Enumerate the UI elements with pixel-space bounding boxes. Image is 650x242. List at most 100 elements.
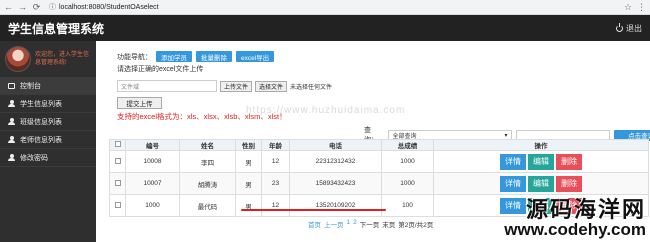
pagination: 首页 上一页 1 2 下一页 末页 第2页/共2页 xyxy=(308,219,433,229)
chevron-down-icon: ▾ xyxy=(504,132,508,139)
user-icon xyxy=(8,154,15,161)
row-select-cell xyxy=(109,150,126,173)
app-title: 学生信息管理系统 xyxy=(8,21,105,36)
detail-button[interactable]: 详情 xyxy=(500,175,526,192)
sidebar-item-dashboard[interactable]: 控制台 xyxy=(0,77,96,95)
address-bar[interactable]: ⓘ localhost:8080/StudentOAselect xyxy=(46,2,619,13)
monitor-icon xyxy=(8,82,15,89)
add-student-button[interactable]: 添加学员 xyxy=(156,51,192,62)
table-row: 10008 李四 男 12 22312312432 1000 详情 编辑 删除 xyxy=(109,150,649,173)
avatar xyxy=(5,46,31,72)
cell-id: 10007 xyxy=(125,172,180,195)
choose-file-button[interactable]: 选择文件 xyxy=(255,80,288,92)
cell-name: 最代码 xyxy=(179,194,236,217)
user-icon xyxy=(8,118,15,125)
cell-gender: 男 xyxy=(235,150,262,173)
url-text: localhost:8080/StudentOAselect xyxy=(59,3,159,11)
info-icon: ⓘ xyxy=(49,4,56,11)
row-select-cell xyxy=(109,172,126,195)
sidebar-item-teachers[interactable]: 老师信息列表 xyxy=(0,131,96,149)
cell-score: 100 xyxy=(381,194,434,217)
user-icon xyxy=(8,136,15,143)
function-toolbar: 功能导航： 添加学员 批量删除 excel导出 xyxy=(117,51,275,62)
bookmark-star-icon[interactable]: ☆ xyxy=(624,2,632,13)
cell-score: 1000 xyxy=(381,150,434,173)
cell-score: 1000 xyxy=(381,172,434,195)
pager-page-1[interactable]: 1 xyxy=(347,219,351,229)
nav-label: 功能导航： xyxy=(117,53,152,61)
batch-delete-button[interactable]: 批量删除 xyxy=(196,51,232,62)
app-header: 学生信息管理系统 退出 xyxy=(0,15,650,41)
select-all-cell xyxy=(109,139,126,151)
column-header: 性别 xyxy=(235,139,262,151)
detail-button[interactable]: 详情 xyxy=(500,153,526,170)
sidebar-item-label: 控制台 xyxy=(20,82,41,90)
select-all-checkbox[interactable] xyxy=(114,141,121,147)
row-checkbox[interactable] xyxy=(114,179,121,186)
sidebar-item-password[interactable]: 修改密码 xyxy=(0,149,96,167)
row-checkbox[interactable] xyxy=(114,201,121,208)
cell-id: 1000 xyxy=(125,194,180,217)
sidebar: 欢迎您，进入学生信息管理系统! 控制台 学生信息列表 班级信息列表 老师信息列表… xyxy=(0,41,96,242)
cell-gender: 男 xyxy=(235,172,262,195)
forward-icon[interactable]: → xyxy=(18,2,27,12)
browser-menu-icon[interactable]: ⋮ xyxy=(637,2,646,13)
cell-phone: 13520109202 xyxy=(289,194,382,217)
cell-gender: 男 xyxy=(235,194,262,217)
power-icon xyxy=(616,23,623,32)
file-upload-row: 文件域 上传文件 选择文件 未选择任何文件 xyxy=(117,80,332,92)
reload-icon[interactable]: ⟳ xyxy=(32,2,41,12)
sidebar-item-label: 老师信息列表 xyxy=(20,136,62,144)
format-hint: 支持的excel格式为：xls、xlsx、xlsb、xlsm、xlst！ xyxy=(117,112,287,121)
pager-next[interactable]: 下一页 xyxy=(360,219,380,229)
row-select-cell xyxy=(109,194,126,217)
cell-phone: 15893432423 xyxy=(289,172,382,195)
pager-last[interactable]: 末页 xyxy=(382,219,395,229)
cell-age: 23 xyxy=(261,172,290,195)
edit-button[interactable]: 编辑 xyxy=(528,175,554,192)
back-icon[interactable]: ← xyxy=(4,2,13,12)
submit-upload-button[interactable]: 提交上传 xyxy=(117,97,162,109)
annotation-underline xyxy=(241,209,386,211)
column-header: 年龄 xyxy=(261,139,290,151)
detail-button[interactable]: 详情 xyxy=(500,197,526,214)
logout-button[interactable]: 退出 xyxy=(616,23,642,34)
cell-age: 12 xyxy=(261,194,290,217)
user-profile: 欢迎您，进入学生信息管理系统! xyxy=(0,41,96,77)
edit-button[interactable]: 编辑 xyxy=(528,153,554,170)
browser-toolbar: ← → ⟳ ⓘ localhost:8080/StudentOAselect ☆… xyxy=(0,0,650,15)
welcome-text: 欢迎您，进入学生信息管理系统! xyxy=(35,52,90,66)
sidebar-item-label: 班级信息列表 xyxy=(20,118,62,126)
no-file-text: 未选择任何文件 xyxy=(290,84,333,91)
watermark-url: www.codehy.com xyxy=(504,220,646,239)
delete-button[interactable]: 删除 xyxy=(556,175,582,192)
cell-age: 12 xyxy=(261,150,290,173)
logout-label: 退出 xyxy=(626,23,642,33)
upload-file-button[interactable]: 上传文件 xyxy=(220,80,253,92)
column-header: 总成绩 xyxy=(381,139,434,151)
upload-hint: 请选择正确的excel文件上传 xyxy=(117,66,204,73)
column-header: 操作 xyxy=(433,139,649,151)
sidebar-item-classes[interactable]: 班级信息列表 xyxy=(0,113,96,131)
sidebar-item-students[interactable]: 学生信息列表 xyxy=(0,95,96,113)
row-checkbox[interactable] xyxy=(114,157,121,164)
column-header: 姓名 xyxy=(179,139,236,151)
pager-prev[interactable]: 上一页 xyxy=(324,219,344,229)
column-header: 电话 xyxy=(289,139,382,151)
cell-name: 李四 xyxy=(179,150,236,173)
user-icon xyxy=(8,100,15,107)
excel-export-button[interactable]: excel导出 xyxy=(236,51,275,62)
cell-phone: 22312312432 xyxy=(289,150,382,173)
sidebar-item-label: 修改密码 xyxy=(20,154,48,162)
sidebar-item-label: 学生信息列表 xyxy=(20,100,62,108)
column-header: 编号 xyxy=(125,139,180,151)
pager-page-2[interactable]: 2 xyxy=(353,219,357,229)
delete-button[interactable]: 删除 xyxy=(556,153,582,170)
table-header-row: 编号 姓名 性别 年龄 电话 总成绩 操作 xyxy=(109,139,649,151)
cell-actions: 详情 编辑 删除 xyxy=(433,150,649,173)
pager-first[interactable]: 首页 xyxy=(308,219,321,229)
cell-id: 10008 xyxy=(125,150,180,173)
cell-name: 胡腾涛 xyxy=(179,172,236,195)
pager-status: 第2页/共2页 xyxy=(398,222,434,229)
file-field[interactable]: 文件域 xyxy=(117,80,217,92)
